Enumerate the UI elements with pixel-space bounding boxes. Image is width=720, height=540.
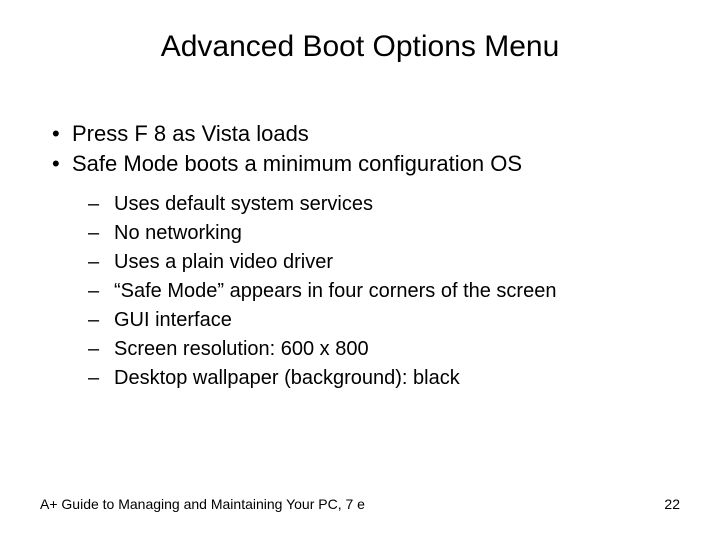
dash-marker-icon: –	[88, 219, 114, 248]
footer: A+ Guide to Managing and Maintaining You…	[40, 496, 680, 512]
bullet-text: Safe Mode boots a minimum configuration …	[72, 149, 680, 179]
sub-bullet-text: No networking	[114, 219, 680, 248]
sub-bullet-list: – Uses default system services – No netw…	[40, 190, 680, 393]
dash-marker-icon: –	[88, 277, 114, 306]
list-item: • Press F 8 as Vista loads	[48, 119, 680, 149]
dash-marker-icon: –	[88, 190, 114, 219]
sub-bullet-text: GUI interface	[114, 306, 680, 335]
list-item: – “Safe Mode” appears in four corners of…	[88, 277, 680, 306]
page-number: 22	[664, 496, 680, 512]
footer-left: A+ Guide to Managing and Maintaining You…	[40, 496, 365, 512]
sub-bullet-text: “Safe Mode” appears in four corners of t…	[114, 277, 680, 306]
list-item: – Desktop wallpaper (background): black	[88, 364, 680, 393]
sub-bullet-text: Uses a plain video driver	[114, 248, 680, 277]
list-item: – Uses default system services	[88, 190, 680, 219]
list-item: • Safe Mode boots a minimum configuratio…	[48, 149, 680, 179]
list-item: – Screen resolution: 600 x 800	[88, 335, 680, 364]
slide-title: Advanced Boot Options Menu	[40, 30, 680, 64]
sub-bullet-text: Desktop wallpaper (background): black	[114, 364, 680, 393]
dash-marker-icon: –	[88, 335, 114, 364]
list-item: – No networking	[88, 219, 680, 248]
dash-marker-icon: –	[88, 306, 114, 335]
bullet-text: Press F 8 as Vista loads	[72, 119, 680, 149]
sub-bullet-text: Screen resolution: 600 x 800	[114, 335, 680, 364]
sub-bullet-text: Uses default system services	[114, 190, 680, 219]
dash-marker-icon: –	[88, 364, 114, 393]
bullet-marker-icon: •	[48, 119, 72, 149]
dash-marker-icon: –	[88, 248, 114, 277]
slide: Advanced Boot Options Menu • Press F 8 a…	[0, 0, 720, 540]
bullet-list: • Press F 8 as Vista loads • Safe Mode b…	[40, 119, 680, 178]
list-item: – GUI interface	[88, 306, 680, 335]
list-item: – Uses a plain video driver	[88, 248, 680, 277]
bullet-marker-icon: •	[48, 149, 72, 179]
